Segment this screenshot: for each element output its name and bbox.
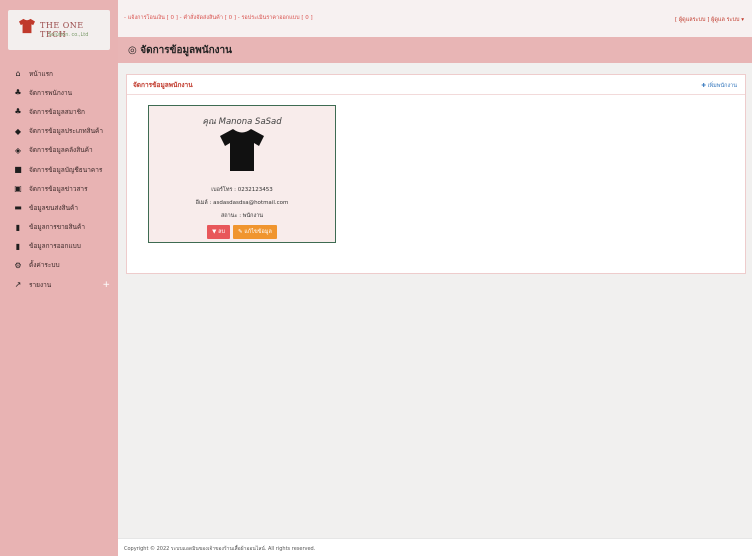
card-actions: ▼ ลบ ✎ แก้ไขข้อมูล: [149, 225, 335, 239]
home-icon: ⌂: [15, 69, 21, 79]
sidebar-item[interactable]: ◆ จัดการข้อมูลประเภทสินค้า: [0, 122, 118, 141]
expand-icon[interactable]: +: [102, 280, 110, 290]
notification-links[interactable]: - แจ้งการโอนเงิน [ 0 ] - คำสั่งจัดส่งสิน…: [124, 14, 313, 22]
employee-panel: จัดการข้อมูลพนักงาน ✚ เพิ่มพนักงาน คุณ M…: [126, 74, 746, 274]
sidebar-item-label: จัดการข้อมูลสมาชิก: [29, 107, 85, 116]
user-menu[interactable]: [ ผู้ดูแลระบบ ] ผู้ดูแล ระบบ ▾: [675, 16, 744, 24]
brand-subtitle: Solution. co.,Ltd: [48, 32, 89, 38]
page-header: ◎ จัดการข้อมูลพนักงาน: [118, 37, 752, 63]
chart-icon: ↗: [14, 280, 22, 290]
sidebar-item[interactable]: ▬ ข้อมูลขนส่งสินค้า: [0, 198, 118, 217]
truck-icon: ▬: [14, 203, 22, 213]
sidebar-item-label: ข้อมูลขนส่งสินค้า: [29, 203, 79, 212]
sidebar-item-label: จัดการข้อมูลบัญชีธนาคาร: [29, 165, 103, 174]
employee-status: สถานะ : พนักงาน: [220, 213, 264, 219]
top-bar: - แจ้งการโอนเงิน [ 0 ] - คำสั่งจัดส่งสิน…: [118, 0, 752, 37]
newspaper-icon: ▣: [14, 184, 22, 194]
edit-button[interactable]: ✎ แก้ไขข้อมูล: [233, 225, 277, 239]
delete-button[interactable]: ▼ ลบ: [207, 225, 231, 239]
edit-label: แก้ไขข้อมูล: [244, 229, 272, 235]
sidebar-item[interactable]: ▮ ข้อมูลการขายสินค้า: [0, 218, 118, 237]
sidebar-item-label: จัดการข้อมูลคลังสินค้า: [29, 146, 93, 155]
users-icon: ♣: [14, 88, 22, 98]
sidebar-item[interactable]: ▮ ข้อมูลการออกแบบ: [0, 237, 118, 256]
sidebar-item-label: ข้อมูลการขายสินค้า: [29, 223, 86, 232]
sidebar-item-label: ตั้งค่าระบบ: [29, 261, 60, 270]
brand-logo[interactable]: THE ONE TECH Solution. co.,Ltd: [8, 10, 110, 50]
page-title-text: จัดการข้อมูลพนักงาน: [140, 45, 232, 56]
panel-header: จัดการข้อมูลพนักงาน ✚ เพิ่มพนักงาน: [127, 75, 745, 95]
sidebar-item[interactable]: ■ จัดการข้อมูลบัญชีธนาคาร: [0, 160, 118, 179]
sidebar-menu: ⌂ หน้าแรก ♣ จัดการพนักงาน ♣ จัดการข้อมูลสมาชิ…: [0, 64, 118, 294]
page-title: ◎ จัดการข้อมูลพนักงาน: [128, 43, 232, 58]
sidebar-item[interactable]: ⚙ ตั้งค่าระบบ: [0, 256, 118, 275]
sidebar-item-label: หน้าแรก: [29, 69, 53, 78]
sidebar-item[interactable]: ▣ จัดการข้อมูลข่าวสาร: [0, 179, 118, 198]
sidebar-item-label: จัดการข้อมูลประเภทสินค้า: [29, 127, 104, 136]
cubes-icon: ◈: [14, 145, 22, 155]
delete-label: ลบ: [218, 229, 226, 235]
tshirt-logo-icon: [19, 18, 35, 34]
panel-title: จัดการข้อมูลพนักงาน: [133, 81, 193, 89]
sidebar-item-label: ข้อมูลการออกแบบ: [29, 242, 81, 251]
copyright-text: Copyright © 2022 ระบบแอดมินของเจ้าของร้า…: [124, 546, 316, 552]
sidebar-item[interactable]: ↗ รายงาน +: [0, 275, 118, 294]
file-icon: ▮: [15, 222, 21, 232]
sidebar-item[interactable]: ⌂ หน้าแรก: [0, 64, 118, 83]
design-file-icon: ▮: [15, 241, 21, 251]
sidebar-item[interactable]: ◈ จัดการข้อมูลคลังสินค้า: [0, 141, 118, 160]
sidebar-item[interactable]: ♣ จัดการพนักงาน: [0, 83, 118, 102]
footer: Copyright © 2022 ระบบแอดมินของเจ้าของร้า…: [118, 538, 752, 556]
sidebar-item-label: จัดการพนักงาน: [29, 88, 73, 97]
tshirt-image: [220, 129, 264, 171]
cube-icon: ◆: [14, 126, 22, 136]
employee-phone: เบอร์โทร : 0232123453: [211, 187, 273, 193]
sidebar: THE ONE TECH Solution. co.,Ltd ⌂ หน้าแรก ♣…: [0, 0, 118, 556]
add-employee-button[interactable]: ✚ เพิ่มพนักงาน: [701, 82, 737, 90]
sidebar-item-label: รายงาน: [29, 280, 52, 289]
book-icon: ■: [14, 165, 22, 175]
sidebar-item-label: จัดการข้อมูลข่าวสาร: [29, 184, 88, 193]
sidebar-item[interactable]: ♣ จัดการข้อมูลสมาชิก: [0, 102, 118, 121]
employee-name: คุณ Manona SaSad: [202, 117, 282, 127]
target-icon: ◎: [128, 45, 137, 56]
employee-email: อีเมล์ : asdasdasdsa@hotmail.com: [195, 200, 289, 206]
employee-card: คุณ Manona SaSad เบอร์โทร : 0232123453 อ…: [148, 105, 336, 243]
gear-icon: ⚙: [14, 260, 22, 270]
members-icon: ♣: [14, 107, 22, 117]
